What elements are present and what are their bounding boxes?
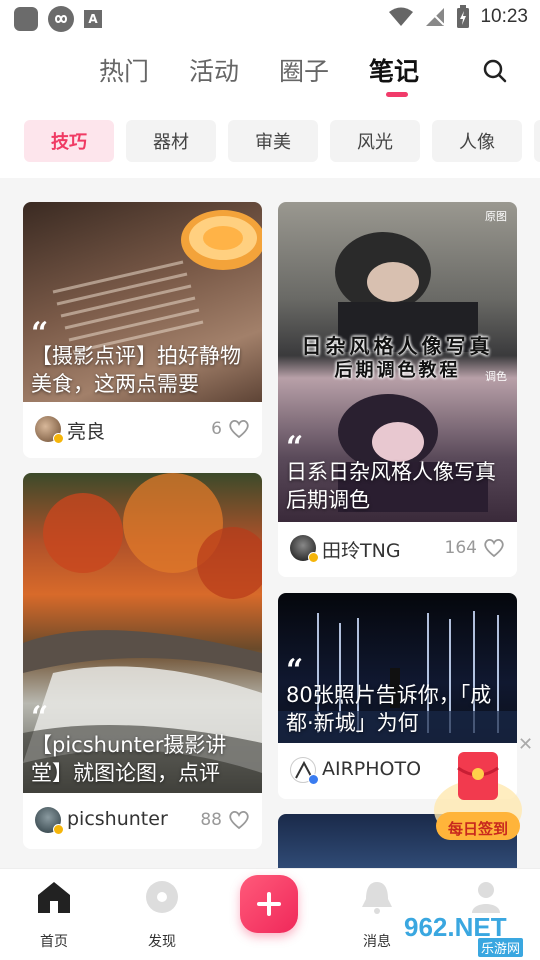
system-icons: 10:23	[388, 5, 528, 29]
chip-tips[interactable]: 技巧	[24, 120, 114, 162]
tab-events[interactable]: 活动	[189, 52, 239, 88]
like-count: 6	[211, 419, 222, 439]
overlay-heading-line2: 后期调色教程	[334, 360, 461, 381]
checkin-label: 每日签到	[447, 820, 508, 838]
quote-icon: “	[286, 653, 304, 688]
like-count: 164	[444, 538, 477, 558]
author-name[interactable]: AIRPHOTO	[322, 758, 421, 780]
tab-hot[interactable]: 热门	[99, 52, 149, 88]
original-tag: 原图	[485, 210, 507, 223]
note-card[interactable]: 原图 调色 日杂风格人像写真 后期调色教程 “ 日系日杂风格人像写真后期调色 田…	[278, 202, 517, 577]
note-footer: 亮良 6	[23, 402, 262, 458]
no-signal-icon	[426, 8, 446, 26]
watermark-sub: 乐游网	[478, 938, 524, 957]
note-title: 日系日杂风格人像写真后期调色	[286, 460, 496, 512]
top-tab-bar: 热门 活动 圈子 笔记	[0, 36, 540, 106]
home-icon	[38, 882, 70, 913]
discover-icon	[146, 881, 178, 913]
nav-label: 发现	[148, 934, 176, 950]
tab-circles[interactable]: 圈子	[279, 52, 329, 88]
note-footer: 田玲TNG 164	[278, 521, 517, 577]
chip-more[interactable]	[534, 120, 540, 162]
verified-badge-icon	[308, 774, 319, 785]
note-title: 【摄影点评】拍好静物美食，这两点需要	[31, 344, 241, 396]
nav-home[interactable]: 首页	[14, 879, 94, 950]
note-card[interactable]: “ 【摄影点评】拍好静物美食，这两点需要 亮良 6	[23, 202, 262, 458]
note-card[interactable]: “ 【picshunter摄影讲堂】就图论图，点评 picshunter 88	[23, 473, 262, 849]
note-title: 【picshunter摄影讲堂】就图论图，点评	[31, 733, 227, 785]
battery-charging-icon	[457, 5, 470, 28]
chip-portrait[interactable]: 人像	[432, 120, 522, 162]
active-tab-indicator	[386, 92, 408, 97]
profile-icon	[472, 882, 500, 913]
author-name[interactable]: picshunter	[67, 808, 168, 830]
status-bar: A 10:23	[0, 0, 540, 36]
heart-icon[interactable]	[483, 538, 505, 558]
daily-checkin-button[interactable]: 每日签到	[432, 752, 524, 848]
a-notification-icon: A	[84, 10, 102, 28]
heart-icon[interactable]	[228, 419, 250, 439]
search-icon[interactable]	[480, 56, 510, 86]
plus-icon[interactable]	[240, 875, 298, 933]
overlay-heading-line1: 日杂风格人像写真	[301, 334, 494, 358]
wifi-icon	[389, 7, 414, 26]
verified-badge-icon	[53, 824, 64, 835]
bell-icon	[362, 882, 392, 914]
chip-aesthetics[interactable]: 审美	[228, 120, 318, 162]
app-notification-icon	[14, 7, 38, 31]
category-chips: 技巧 器材 审美 风光 人像	[0, 106, 540, 178]
infinity-icon	[48, 6, 74, 32]
quote-icon: “	[31, 700, 49, 735]
note-footer: picshunter 88	[23, 793, 262, 849]
quote-icon: “	[31, 316, 49, 351]
clock: 10:23	[480, 6, 528, 27]
chip-landscape[interactable]: 风光	[330, 120, 420, 162]
verified-badge-icon	[53, 433, 64, 444]
notification-icons: A	[14, 6, 102, 32]
tab-notes[interactable]: 笔记	[369, 52, 419, 88]
nav-label: 首页	[40, 934, 68, 950]
verified-badge-icon	[308, 552, 319, 563]
heart-icon[interactable]	[228, 810, 250, 830]
chip-equipment[interactable]: 器材	[126, 120, 216, 162]
nav-discover[interactable]: 发现	[122, 879, 202, 950]
like-count: 88	[200, 810, 222, 830]
site-watermark: 962.NET 乐游网	[404, 912, 534, 957]
note-title: 80张照片告诉你，「成都·新城」为何	[286, 683, 492, 735]
author-name[interactable]: 田玲TNG	[322, 536, 401, 563]
author-name[interactable]: 亮良	[67, 417, 105, 444]
quote-icon: “	[286, 430, 304, 465]
